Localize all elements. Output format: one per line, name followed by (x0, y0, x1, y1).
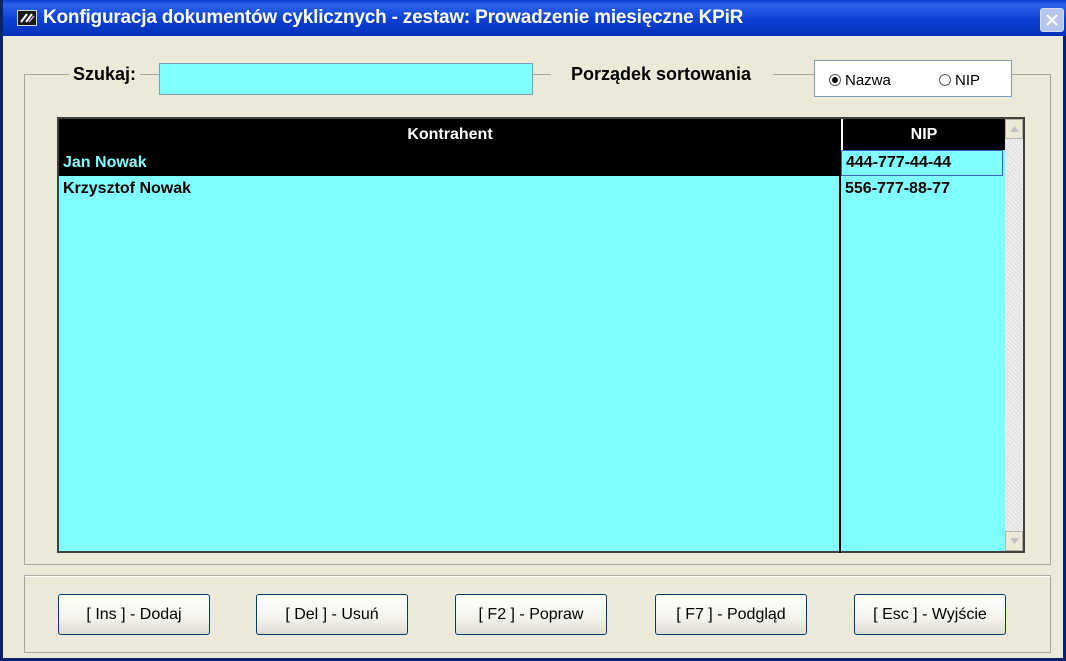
sort-radio-group: Nazwa NIP (814, 60, 1012, 97)
close-button[interactable] (1040, 8, 1064, 32)
sort-by-name-radio[interactable]: Nazwa (829, 71, 891, 89)
scroll-down-button[interactable] (1005, 531, 1023, 551)
arrow-down-icon (1010, 538, 1019, 544)
preview-button[interactable]: [ F7 ] - Podgląd (655, 594, 807, 635)
close-icon (1046, 14, 1058, 26)
column-divider (839, 150, 841, 553)
sort-by-name-label: Nazwa (845, 71, 891, 89)
cell-nip[interactable]: 556-777-88-77 (841, 176, 1003, 202)
contractor-table[interactable]: Kontrahent NIP Jan Nowak 444-777-44-44 K… (57, 117, 1025, 553)
search-input[interactable] (159, 63, 533, 95)
arrow-up-icon (1010, 126, 1019, 132)
cell-kontrahent[interactable]: Jan Nowak (59, 150, 839, 176)
column-header-nip[interactable]: NIP (841, 119, 1005, 150)
window-title: Konfiguracja dokumentów cyklicznych - ze… (43, 7, 744, 28)
table-row[interactable]: Jan Nowak 444-777-44-44 (59, 150, 1005, 176)
dialog-window: Konfiguracja dokumentów cyklicznych - ze… (0, 0, 1066, 661)
sort-by-nip-radio[interactable]: NIP (939, 71, 981, 89)
table-row[interactable]: Krzysztof Nowak 556-777-88-77 (59, 176, 1005, 202)
exit-button[interactable]: [ Esc ] - Wyjście (854, 594, 1006, 635)
search-label: Szukaj: (69, 64, 141, 85)
sort-by-nip-label: NIP (955, 71, 981, 89)
title-bar[interactable]: Konfiguracja dokumentów cyklicznych - ze… (3, 0, 1066, 36)
add-button[interactable]: [ Ins ] - Dodaj (58, 594, 210, 635)
column-header-kontrahent[interactable]: Kontrahent (59, 119, 841, 150)
cell-kontrahent[interactable]: Krzysztof Nowak (59, 176, 839, 202)
radio-unchecked-icon (939, 74, 951, 86)
radio-checked-icon (829, 74, 841, 86)
scroll-up-button[interactable] (1005, 119, 1023, 139)
delete-button[interactable]: [ Del ] - Usuń (256, 594, 408, 635)
vertical-scrollbar[interactable] (1005, 119, 1023, 551)
app-logo-icon (17, 10, 37, 26)
sort-label: Porządek sortowania (551, 64, 774, 85)
edit-button[interactable]: [ F2 ] - Popraw (455, 594, 607, 635)
cell-nip[interactable]: 444-777-44-44 (841, 150, 1003, 176)
